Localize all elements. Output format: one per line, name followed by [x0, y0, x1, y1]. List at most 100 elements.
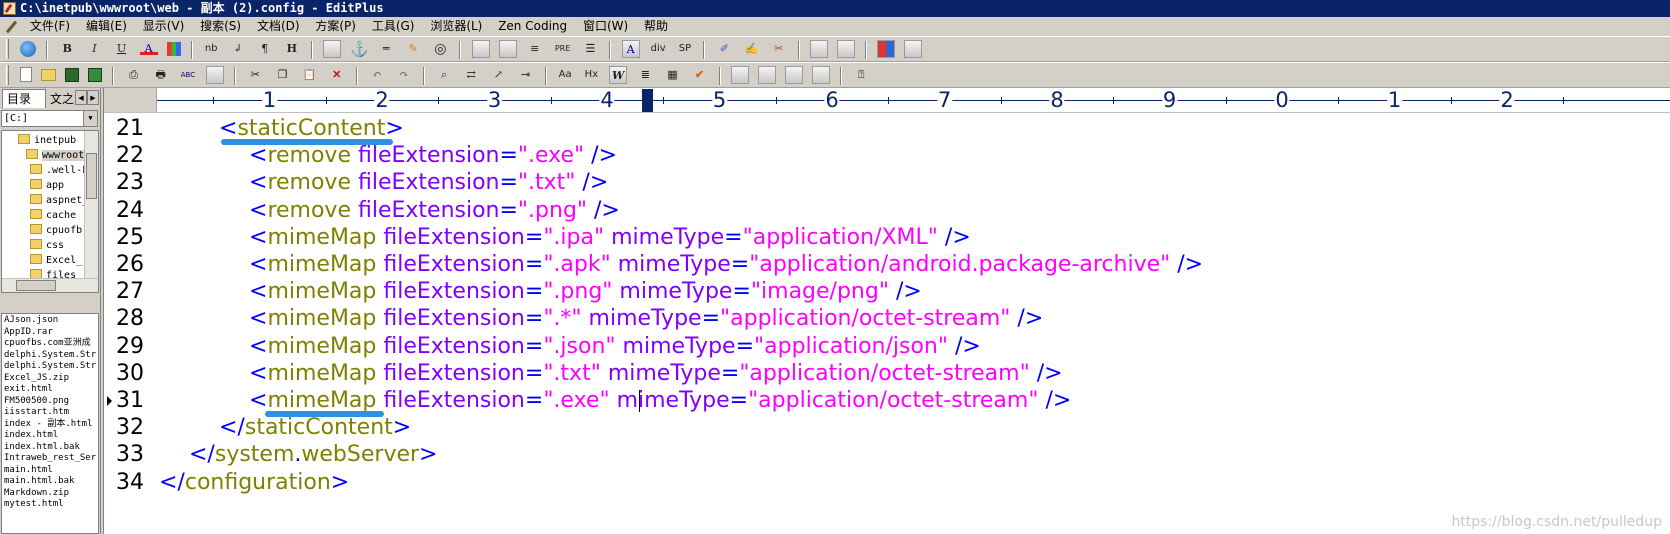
tools-icon[interactable]: ✂ [770, 40, 788, 58]
code-line[interactable]: 21 <staticContent> [104, 115, 1670, 142]
list-icon[interactable]: ☰ [581, 40, 599, 58]
code-line[interactable]: 29 <mimeMap fileExtension=".json" mimeTyp… [104, 333, 1670, 360]
menu-help[interactable]: 帮助 [638, 17, 674, 36]
cut-icon[interactable]: ✂ [246, 66, 264, 84]
menu-window[interactable]: 窗口(W) [577, 17, 634, 36]
tree-node[interactable]: aspnet_ [30, 193, 88, 208]
file-list-item[interactable]: cpuofbs.com亚洲成 [4, 338, 91, 349]
file-list-item[interactable]: main.html [4, 465, 53, 476]
font-size-button[interactable]: Aa [557, 66, 574, 84]
help-pointer-icon[interactable]: ⍰ [852, 66, 870, 84]
tree-node[interactable]: app [30, 178, 64, 193]
anchor-icon[interactable]: ⚓ [350, 40, 369, 58]
tree-node[interactable]: Excel_ [30, 253, 82, 268]
menu-zen-coding[interactable]: Zen Coding [492, 17, 573, 36]
globe-icon[interactable] [20, 41, 37, 57]
redo-icon[interactable]: ↷ [395, 66, 413, 84]
file-list-item[interactable]: iisstart.htm [4, 407, 69, 418]
output-window-icon[interactable] [784, 66, 803, 84]
heading-button[interactable]: H [283, 40, 301, 58]
code-line[interactable]: 22 <remove fileExtension=".exe" /> [104, 142, 1670, 169]
file-list-item[interactable]: main.html.bak [4, 476, 74, 487]
form-icon[interactable] [498, 40, 517, 58]
save-icon[interactable] [65, 68, 80, 82]
print-preview-icon[interactable]: ⎙ [125, 66, 143, 84]
menu-view[interactable]: 显示(V) [137, 17, 191, 36]
menu-project[interactable]: 方案(P) [309, 17, 362, 36]
delete-icon[interactable]: ✕ [328, 66, 346, 84]
goto-icon[interactable]: ↗ [489, 66, 507, 84]
code-area[interactable]: 21 <staticContent> 22 <remove fileExtension… [104, 115, 1670, 534]
tab-scroll-right-icon[interactable]: ▶ [87, 90, 99, 105]
tree-horizontal-scrollbar[interactable] [2, 278, 98, 292]
file-list-item[interactable]: Intraweb_rest_Ser [4, 453, 96, 464]
menu-browser[interactable]: 浏览器(L) [424, 17, 488, 36]
editor-pane[interactable]: 123456789012 21 <staticContent> 22 <remove … [103, 88, 1670, 534]
code-line[interactable]: 26 <mimeMap fileExtension=".apk" mimeType… [104, 251, 1670, 278]
browser-preview-icon[interactable] [206, 66, 225, 84]
brush-icon[interactable]: ✍ [742, 40, 760, 58]
find-icon[interactable]: ⌕ [435, 66, 453, 84]
tree-node[interactable]: inetpub [18, 133, 76, 148]
align-center-icon[interactable]: ≡ [526, 40, 544, 58]
file-list-item[interactable]: FM500500.png [4, 396, 69, 407]
indent-icon[interactable]: ⇥ [516, 66, 534, 84]
copy-icon[interactable]: ❐ [273, 66, 291, 84]
bold-button[interactable]: B [58, 40, 76, 58]
file-list-item[interactable]: mytest.html [4, 499, 64, 510]
tab-scroll-left-icon[interactable]: ◀ [75, 90, 87, 105]
font-button[interactable]: A [621, 40, 640, 58]
fullscreen-icon[interactable] [811, 66, 830, 84]
toolbar-grip[interactable] [6, 65, 9, 85]
check-icon[interactable]: ✔ [690, 66, 708, 84]
chevron-down-icon[interactable]: ▼ [83, 111, 97, 126]
scroll-thumb[interactable] [16, 280, 56, 291]
italic-button[interactable]: I [85, 40, 103, 58]
paragraph-button[interactable]: ¶ [256, 40, 274, 58]
table-icon[interactable] [471, 40, 490, 58]
scroll-thumb[interactable] [86, 153, 97, 199]
code-line[interactable]: 23 <remove fileExtension=".txt" /> [104, 169, 1670, 196]
file-list-item[interactable]: AppID.rar [4, 327, 53, 338]
cliptext-window-icon[interactable] [730, 66, 749, 84]
window-layout-icon[interactable] [809, 40, 828, 58]
save-all-icon[interactable] [88, 68, 103, 82]
file-list-item[interactable]: index.html.bak [4, 442, 80, 453]
print-icon[interactable]: 🖶 [152, 66, 170, 84]
panel-icon[interactable] [904, 40, 923, 58]
image-icon[interactable] [323, 40, 341, 58]
code-line[interactable]: 28 <mimeMap fileExtension=".*" mimeType="… [104, 305, 1670, 332]
tree-node[interactable]: .well-k [30, 163, 88, 178]
line-break-button[interactable]: ↲ [229, 40, 247, 58]
color-palette-icon[interactable] [166, 42, 181, 56]
file-list-item[interactable]: Excel_JS.zip [4, 373, 69, 384]
file-list-item[interactable]: exit.html [4, 384, 53, 395]
tree-node[interactable]: css [30, 238, 64, 253]
replace-icon[interactable]: ⇄ [462, 66, 480, 84]
line-number-icon[interactable]: ≣ [636, 66, 654, 84]
split-view-icon[interactable] [836, 40, 855, 58]
column-select-icon[interactable]: ▦ [663, 66, 681, 84]
code-line[interactable]: 24 <remove fileExtension=".png" /> [104, 197, 1670, 224]
menu-file[interactable]: 文件(F) [24, 17, 76, 36]
grid-color-icon[interactable] [877, 40, 896, 58]
code-line[interactable]: 31 <mimeMap fileExtension=".exe" mimeType… [104, 387, 1670, 414]
code-line[interactable]: 33 </system.webServer> [104, 441, 1670, 468]
span-button[interactable]: SP [677, 40, 693, 58]
font-color-button[interactable]: A [139, 40, 158, 55]
tree-node[interactable]: cache [30, 208, 76, 223]
tab-cliptext[interactable]: 文之 [48, 91, 74, 108]
div-button[interactable]: div [649, 40, 668, 58]
word-wrap-button[interactable]: W [609, 66, 628, 84]
paste-icon[interactable]: 📋 [301, 66, 319, 84]
horizontal-rule-icon[interactable]: ═ [377, 40, 395, 58]
open-folder-icon[interactable] [41, 69, 57, 81]
code-line[interactable]: 30 <mimeMap fileExtension=".txt" mimeType… [104, 360, 1670, 387]
tree-node[interactable]: cpuofb [30, 223, 82, 238]
spell-check-button[interactable]: ABC [179, 66, 197, 84]
pre-icon[interactable]: PRE [553, 40, 572, 58]
menu-search[interactable]: 搜索(S) [194, 17, 247, 36]
drive-select[interactable]: [C:] ▼ [1, 110, 98, 127]
file-list-item[interactable]: AJson.json [4, 315, 58, 326]
file-list-item[interactable]: delphi.System.Str [4, 361, 96, 372]
